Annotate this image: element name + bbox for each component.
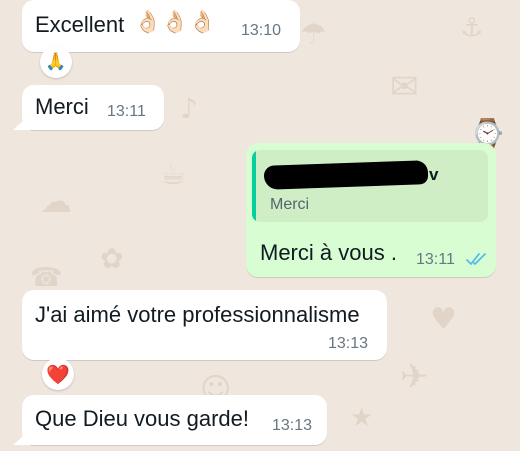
message-time: 13:13 <box>328 335 369 352</box>
message-text: Que Dieu vous garde! <box>35 406 250 431</box>
doodle-icon: ★ <box>350 403 374 433</box>
doodle-icon: ♪ <box>180 92 198 125</box>
doodle-icon: ⚓ <box>460 13 484 43</box>
doodle-icon: ☂ <box>300 17 327 52</box>
red-heart-icon: ❤️ <box>46 363 70 386</box>
incoming-message[interactable]: Que Dieu vous garde! 13:13 <box>22 395 327 445</box>
doodle-icon: ✉ <box>390 67 419 107</box>
incoming-message[interactable]: Merci 13:11 <box>22 85 164 130</box>
quoted-message[interactable]: v Merci <box>252 150 488 222</box>
message-text: J'ai aimé votre professionnalisme <box>35 302 360 327</box>
quote-author-suffix: v <box>429 165 439 184</box>
message-time: 13:11 <box>107 103 146 120</box>
ok-hand-emojis: 👌🏻👌🏻👌🏻 <box>134 10 217 35</box>
message-time: 13:13 <box>272 417 313 434</box>
redacted-sender-name <box>263 160 429 190</box>
doodle-icon: ☎ <box>30 263 63 293</box>
incoming-message[interactable]: J'ai aimé votre professionnalisme 13:13 <box>22 290 387 360</box>
double-check-icon <box>466 253 486 265</box>
message-text: Merci <box>35 94 89 119</box>
doodle-icon: ✿ <box>100 242 124 275</box>
doodle-icon: ♥ <box>430 302 457 337</box>
reaction-red-heart-icon[interactable]: ❤️ <box>42 358 74 390</box>
folded-hands-icon: 🙏 <box>45 52 67 72</box>
quote-accent-bar <box>252 150 256 222</box>
reaction-folded-hands-icon[interactable]: 🙏 <box>40 46 72 78</box>
incoming-message[interactable]: Excellent 👌🏻👌🏻👌🏻 13:10 <box>22 0 300 52</box>
doodle-icon: ☁ <box>40 182 72 220</box>
message-text: Excellent <box>35 12 125 37</box>
doodle-icon: ☕ <box>160 157 187 192</box>
quote-text: Merci <box>270 196 310 213</box>
message-time: 13:11 <box>416 251 455 268</box>
message-text: Merci à vous . <box>260 240 397 265</box>
message-time: 13:10 <box>241 22 282 39</box>
doodle-icon: ✈ <box>400 357 429 397</box>
